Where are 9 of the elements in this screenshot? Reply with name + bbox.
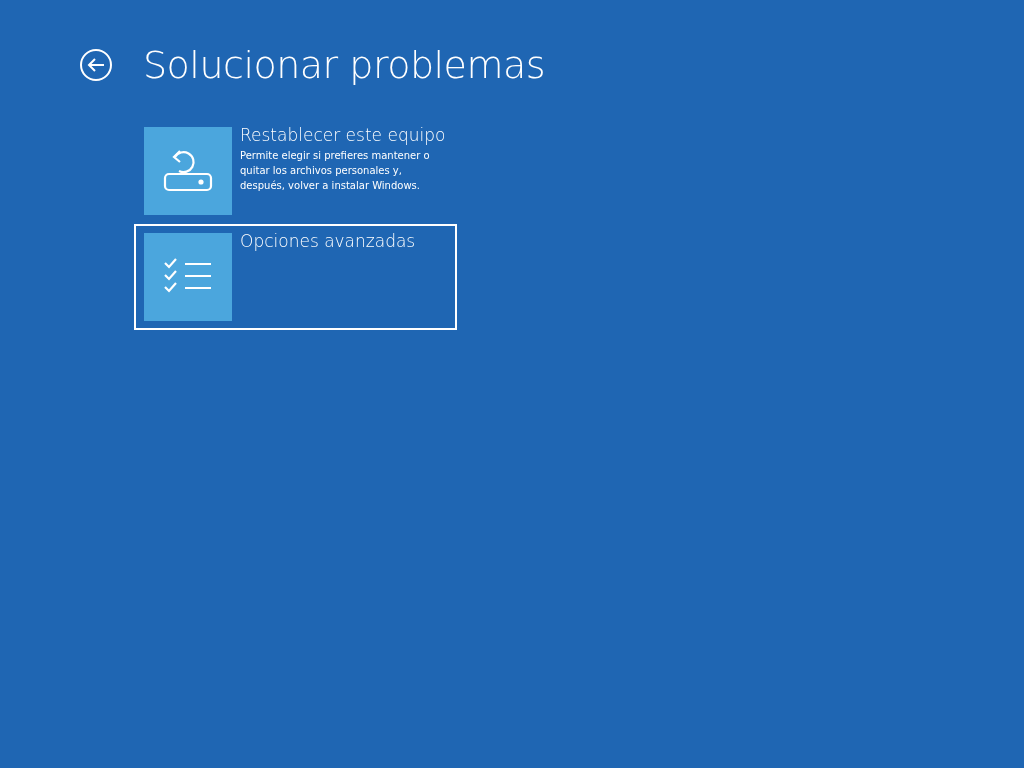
reset-icon (163, 149, 213, 193)
option-button[interactable]: Opciones avanzadas (134, 224, 457, 330)
option-title: Opciones avanzadas (240, 230, 416, 253)
back-icon (79, 48, 113, 82)
option-button[interactable]: Restablecer este equipo Permite elegir si prefieres mantener o quitar los archivos personales y, después, volver a instalar Windows. (134, 118, 457, 224)
back-button[interactable] (79, 48, 113, 82)
option-description: Permite elegir si prefieres mantener o quitar los archivos personales y, después, volver a instalar Windows. (240, 149, 431, 193)
page-title: Solucionar problemas (143, 42, 546, 88)
option-title: Restablecer este equipo (240, 124, 447, 147)
